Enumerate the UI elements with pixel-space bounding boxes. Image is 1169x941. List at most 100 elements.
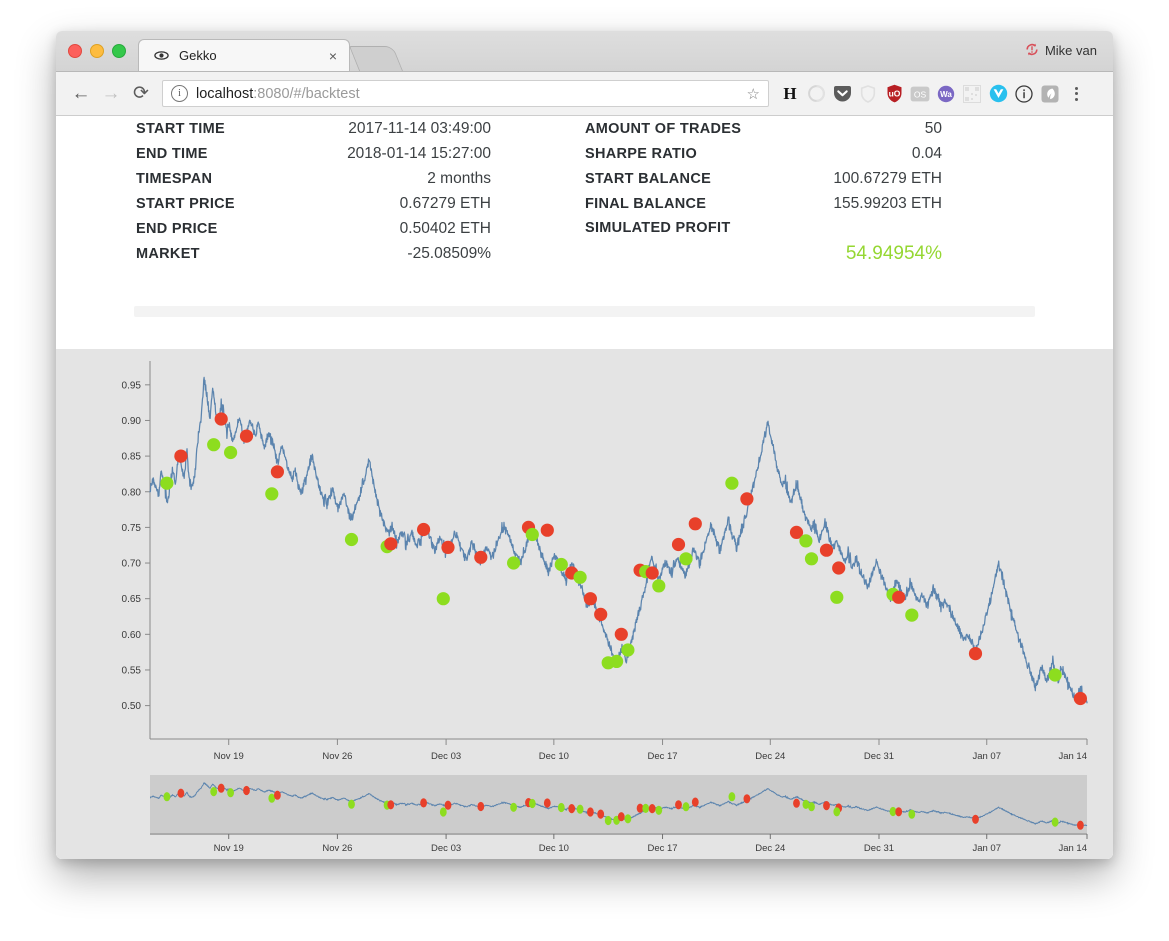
stat-label: MARKET <box>136 246 200 262</box>
stat-label: START TIME <box>136 121 225 137</box>
stat-row-amount-of-trades: AMOUNT OF TRADES 50 <box>585 120 942 145</box>
backtest-chart: 0.50 0.55 0.60 0.65 0.70 0.75 0.80 0.85 0.90 0.95… <box>56 349 1113 859</box>
stat-value: 0.50402 ETH <box>399 220 491 237</box>
stat-row-timespan: TIMESPAN 2 months <box>136 170 491 195</box>
stat-label: SIMULATED PROFIT <box>585 220 731 236</box>
stat-row-start-price: START PRICE 0.67279 ETH <box>136 195 491 220</box>
stat-row-start-balance: START BALANCE 100.67279 ETH <box>585 170 942 195</box>
svg-text:Jan 07: Jan 07 <box>972 843 1001 854</box>
simulated-profit-value: 54.94954% <box>845 243 942 264</box>
svg-text:Dec 17: Dec 17 <box>647 751 677 762</box>
svg-text:0.75: 0.75 <box>122 523 142 534</box>
evernote-extension-icon[interactable] <box>1037 79 1063 109</box>
stat-value: 155.99203 ETH <box>833 195 942 212</box>
close-icon[interactable]: × <box>325 48 341 64</box>
tab-strip: Gekko × <box>138 38 404 71</box>
stat-value: -25.08509% <box>407 245 491 262</box>
svg-text:Dec 17: Dec 17 <box>647 843 677 854</box>
new-tab-button[interactable] <box>348 46 404 71</box>
stat-label: AMOUNT OF TRADES <box>585 121 742 137</box>
browser-toolbar: ← → ⟳ i localhost:8080/#/backtest ☆ H uO… <box>56 72 1113 116</box>
svg-text:0.80: 0.80 <box>122 487 142 498</box>
svg-text:Dec 10: Dec 10 <box>539 751 569 762</box>
url-path: :8080/#/backtest <box>253 85 360 102</box>
svg-text:Nov 19: Nov 19 <box>214 843 244 854</box>
stat-value: 100.67279 ETH <box>833 170 942 187</box>
svg-text:Dec 31: Dec 31 <box>864 843 894 854</box>
opensource-extension-icon[interactable]: OS <box>907 79 933 109</box>
svg-text:0.85: 0.85 <box>122 452 142 463</box>
svg-text:Wa: Wa <box>940 90 952 99</box>
svg-text:Dec 03: Dec 03 <box>431 843 461 854</box>
stat-label: START BALANCE <box>585 171 712 187</box>
extension-bar: H uO OS Wa <box>777 79 1087 109</box>
stat-label: SHARPE RATIO <box>585 146 698 162</box>
stat-row-end-time: END TIME 2018-01-14 15:27:00 <box>136 145 491 170</box>
window-controls <box>68 44 126 58</box>
svg-text:0.95: 0.95 <box>122 380 142 391</box>
info-extension-icon[interactable] <box>1011 79 1037 109</box>
stat-value: 0.04 <box>911 145 942 162</box>
stat-value: 50 <box>924 120 942 137</box>
stat-row-final-balance: FINAL BALANCE 155.99203 ETH <box>585 195 942 220</box>
url-host: localhost <box>196 85 254 102</box>
vue-devtools-extension-icon[interactable] <box>985 79 1011 109</box>
site-info-icon[interactable]: i <box>171 85 188 102</box>
forward-button-icon[interactable]: → <box>96 79 126 109</box>
bookmark-star-icon[interactable]: ☆ <box>747 85 760 103</box>
stat-row-sharpe-ratio: SHARPE RATIO 0.04 <box>585 145 942 170</box>
svg-text:0.70: 0.70 <box>122 559 142 570</box>
svg-text:Nov 26: Nov 26 <box>322 843 352 854</box>
svg-text:0.55: 0.55 <box>122 665 142 676</box>
svg-text:Nov 19: Nov 19 <box>214 751 244 762</box>
stat-row-simulated-profit: SIMULATED PROFIT <box>585 220 942 245</box>
pocket-extension-icon[interactable] <box>829 79 855 109</box>
svg-text:Dec 03: Dec 03 <box>431 751 461 762</box>
stat-value: 2017-11-14 03:49:00 <box>348 120 491 137</box>
eye-icon <box>153 48 169 64</box>
browser-window: Gekko × Mike van ← → ⟳ i localhost:8080/… <box>56 31 1113 859</box>
svg-text:0.90: 0.90 <box>122 416 142 427</box>
chart-navigator-svg[interactable]: Nov 19 Nov 26 Dec 03 Dec 10 Dec 17 Dec 24 Dec … <box>56 769 1113 859</box>
wappalyzer-extension-icon[interactable]: Wa <box>933 79 959 109</box>
stat-value: 2 months <box>427 170 491 187</box>
svg-text:0.50: 0.50 <box>122 701 142 712</box>
svg-text:Jan 14: Jan 14 <box>1058 843 1087 854</box>
stat-value: 0.67279 ETH <box>399 195 491 212</box>
back-button-icon[interactable]: ← <box>66 79 96 109</box>
stat-label: END PRICE <box>136 221 218 237</box>
stat-value: 2018-01-14 15:27:00 <box>347 145 491 162</box>
stat-row-end-price: END PRICE 0.50402 ETH <box>136 220 491 245</box>
reload-button-icon[interactable]: ⟳ <box>126 79 156 109</box>
price-chart-svg[interactable]: 0.50 0.55 0.60 0.65 0.70 0.75 0.80 0.85 0.90 0.95… <box>56 349 1113 769</box>
close-window-button[interactable] <box>68 44 82 58</box>
stat-label: TIMESPAN <box>136 171 213 187</box>
summary-column-right: AMOUNT OF TRADES 50 SHARPE RATIO 0.04 ST… <box>585 120 942 264</box>
momentum-extension-icon[interactable] <box>803 79 829 109</box>
svg-text:Jan 14: Jan 14 <box>1058 751 1087 762</box>
qrcode-extension-icon[interactable] <box>959 79 985 109</box>
stat-label: FINAL BALANCE <box>585 196 707 212</box>
profile-name: Mike van <box>1044 42 1097 58</box>
stat-row-start-time: START TIME 2017-11-14 03:49:00 <box>136 120 491 145</box>
svg-text:Dec 24: Dec 24 <box>755 843 785 854</box>
svg-text:Dec 10: Dec 10 <box>539 843 569 854</box>
summary-column-left: START TIME 2017-11-14 03:49:00 END TIME … <box>136 120 491 270</box>
hypothesis-extension-icon[interactable]: H <box>777 79 803 109</box>
svg-text:Dec 31: Dec 31 <box>864 751 894 762</box>
ublock-origin-extension-icon[interactable]: uO <box>881 79 907 109</box>
tab-title: Gekko <box>179 48 217 63</box>
address-bar[interactable]: i localhost:8080/#/backtest ☆ <box>162 80 769 107</box>
minimize-window-button[interactable] <box>90 44 104 58</box>
browser-titlebar: Gekko × Mike van <box>56 31 1113 72</box>
browser-menu-icon[interactable] <box>1065 79 1087 109</box>
svg-text:Jan 07: Jan 07 <box>972 751 1001 762</box>
tab-gekko[interactable]: Gekko × <box>138 39 350 71</box>
shield-extension-icon[interactable] <box>855 79 881 109</box>
maximize-window-button[interactable] <box>112 44 126 58</box>
page-viewport: START TIME 2017-11-14 03:49:00 END TIME … <box>56 116 1113 859</box>
backtest-summary-panel: START TIME 2017-11-14 03:49:00 END TIME … <box>56 116 1113 349</box>
svg-text:uO: uO <box>888 89 900 99</box>
profile-button[interactable]: Mike van <box>1017 38 1105 62</box>
svg-text:Dec 24: Dec 24 <box>755 751 785 762</box>
